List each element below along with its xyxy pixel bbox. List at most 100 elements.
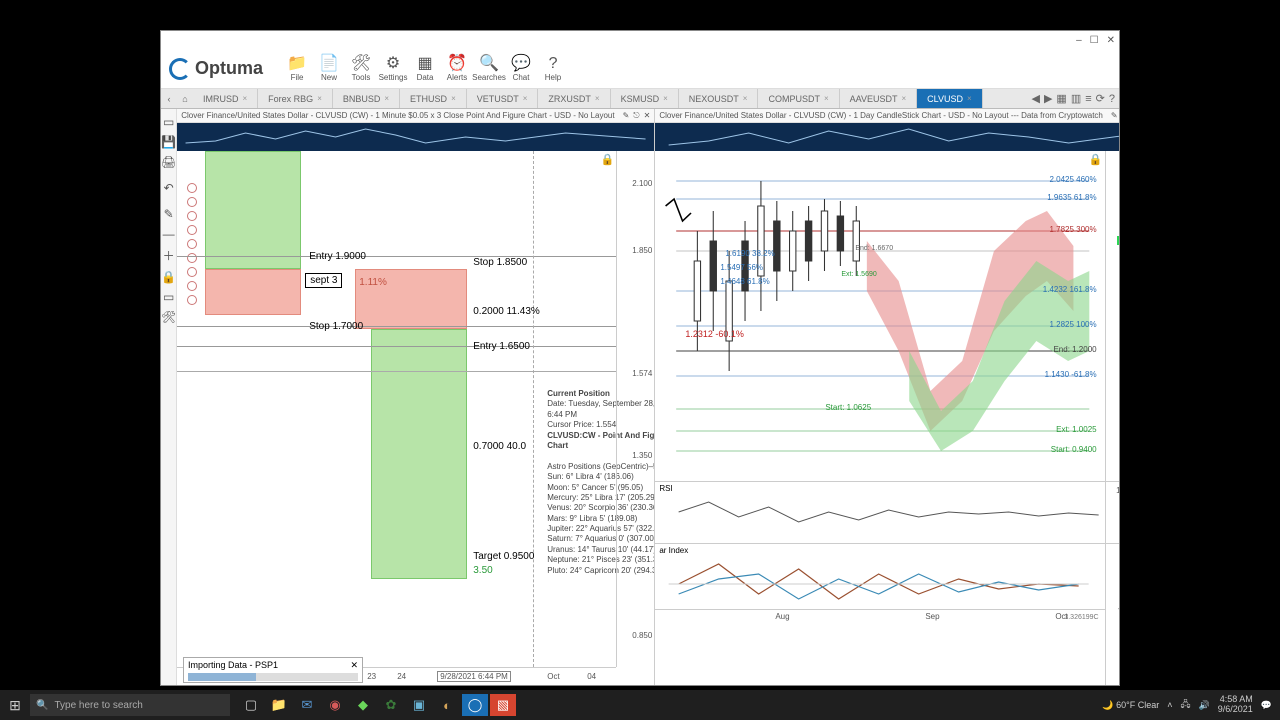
- app-icon-1[interactable]: ◉: [322, 694, 348, 716]
- fib-label: 2.0425 460%: [1049, 175, 1096, 184]
- edit-icon[interactable]: ✎: [623, 111, 630, 120]
- tab-ethusd[interactable]: ETHUSD×: [400, 89, 467, 108]
- search-icon: 🔍: [36, 700, 48, 711]
- tab-home[interactable]: ⌂: [177, 89, 193, 108]
- tool-new[interactable]: 📄New: [313, 51, 345, 87]
- cursor-line: [177, 371, 616, 372]
- pnf-o-mark: [187, 253, 197, 263]
- right-overview-strip[interactable]: [655, 123, 1119, 151]
- fib-label: 1.9635 61.8%: [1047, 193, 1096, 202]
- tool-data[interactable]: ▦Data: [409, 51, 441, 87]
- tool-searches[interactable]: 🔍Searches: [473, 51, 505, 87]
- clock[interactable]: 4:58 AM 9/6/2021: [1218, 695, 1253, 715]
- price-line: [177, 346, 616, 347]
- fib-cluster: 1.4648 61.8%: [720, 277, 769, 286]
- draw-tool-4[interactable]: ↶: [164, 181, 174, 195]
- task-view-icon[interactable]: ▢: [238, 694, 264, 716]
- right-x-axis[interactable]: AugSepOct: [655, 609, 1104, 623]
- date-annotation[interactable]: sept 3: [305, 273, 342, 288]
- tab-imrusd[interactable]: IMRUSD×: [193, 89, 258, 108]
- weather-widget[interactable]: 🌙 60°F Clear: [1102, 700, 1159, 711]
- list-icon[interactable]: ≡: [1085, 93, 1091, 105]
- draw-tool-10[interactable]: ▭: [163, 290, 174, 304]
- edit-icon[interactable]: ✎: [1111, 111, 1118, 120]
- draw-tool-7[interactable]: —: [163, 227, 175, 241]
- tab-nav-right[interactable]: ▶: [1044, 92, 1052, 105]
- app-icon-2[interactable]: ◆: [350, 694, 376, 716]
- explorer-icon[interactable]: 📁: [266, 694, 292, 716]
- tab-nav-left[interactable]: ◀: [1031, 92, 1039, 105]
- tray-vol-icon[interactable]: 🔊: [1199, 700, 1210, 711]
- workbook-tabs: ‹ ⌂ IMRUSD×Forex RBG×BNBUSD×ETHUSD×VETUS…: [161, 89, 1119, 109]
- tool-tools[interactable]: 🛠Tools: [345, 51, 377, 87]
- lock-icon[interactable]: 🔒: [601, 153, 615, 166]
- tray-net-icon[interactable]: 🖧: [1180, 697, 1190, 713]
- help-icon[interactable]: ?: [1109, 93, 1115, 105]
- draw-tool-6[interactable]: ✎: [164, 207, 174, 221]
- notifications-icon[interactable]: 💬: [1261, 700, 1272, 711]
- target-label: Target 0.9500: [473, 551, 534, 562]
- draw-tool-1[interactable]: 💾: [161, 135, 176, 149]
- link-icon[interactable]: ⎋: [633, 111, 639, 121]
- pct-label: 1.11%: [359, 277, 387, 288]
- tab-zrxusdt[interactable]: ZRXUSDT×: [538, 89, 610, 108]
- app-icon-5[interactable]: ◐: [434, 694, 460, 716]
- logo-icon: [169, 58, 191, 80]
- left-overview-strip[interactable]: [177, 123, 654, 151]
- tool-settings[interactable]: ⚙Settings: [377, 51, 409, 87]
- app-icon-6[interactable]: ▧: [490, 694, 516, 716]
- pnf-o-mark: [187, 183, 197, 193]
- tool-alerts[interactable]: ⏰Alerts: [441, 51, 473, 87]
- draw-tool-2[interactable]: 🖨: [161, 155, 176, 169]
- right-chart-header: Clover Finance/United States Dollar - CL…: [655, 109, 1119, 123]
- app-icon-4[interactable]: ▣: [406, 694, 432, 716]
- rr-label: 0.2000 11.43%: [473, 306, 540, 317]
- draw-tool-0[interactable]: ▭: [163, 115, 174, 129]
- left-y-axis[interactable]: 2.1001.8501.5741.3500.850: [616, 151, 654, 667]
- app-icon-3[interactable]: ✿: [378, 694, 404, 716]
- draw-tool-11[interactable]: 🛠: [161, 310, 176, 324]
- split-icon[interactable]: ▥: [1071, 92, 1081, 105]
- maximize-button[interactable]: ☐: [1090, 35, 1099, 46]
- tab-forex rbg[interactable]: Forex RBG×: [258, 89, 333, 108]
- tab-aaveusdt[interactable]: AAVEUSDT×: [840, 89, 918, 108]
- optuma-taskbar-icon[interactable]: ◯: [462, 694, 488, 716]
- draw-tool-9[interactable]: 🔒: [161, 270, 176, 284]
- left-chart-header: Clover Finance/United States Dollar - CL…: [177, 109, 654, 123]
- tab-right-controls: ◀ ▶ ▦ ▥ ≡ ⟳ ?: [1027, 89, 1119, 108]
- tool-help[interactable]: ?Help: [537, 51, 569, 87]
- tab-ksmusd[interactable]: KSMUSD×: [611, 89, 679, 108]
- mail-icon[interactable]: ✉: [294, 694, 320, 716]
- draw-tool-8[interactable]: ＋: [163, 247, 175, 264]
- tab-nexousdt[interactable]: NEXOUSDT×: [679, 89, 759, 108]
- minimize-button[interactable]: –: [1076, 35, 1082, 46]
- entry-label: Entry 1.9000: [309, 251, 366, 262]
- fib-red: 1.2312 -60.1%: [685, 329, 744, 339]
- close-button[interactable]: ✕: [1107, 35, 1115, 46]
- pane-close-icon[interactable]: ✕: [644, 111, 651, 120]
- windows-taskbar: ⊞ 🔍 Type here to search ▢ 📁 ✉ ◉ ◆ ✿ ▣ ◐ …: [0, 690, 1280, 720]
- tab-compusdt[interactable]: COMPUSDT×: [758, 89, 839, 108]
- tab-vetusdt[interactable]: VETUSDT×: [467, 89, 539, 108]
- rr-ratio: 3.50: [473, 565, 492, 576]
- taskbar-search[interactable]: 🔍 Type here to search: [30, 694, 230, 716]
- tab-nav-prev[interactable]: ‹: [161, 89, 177, 108]
- refresh-icon[interactable]: ⟳: [1096, 92, 1105, 105]
- fib-label: Start: 1.0625: [825, 403, 871, 412]
- arindex-pane[interactable]: ar Index 100.00.0-100.0 AugSepOct 3.3261…: [655, 543, 1119, 623]
- tab-clvusd[interactable]: CLVUSD×: [917, 89, 983, 108]
- start-button[interactable]: ⊞: [0, 697, 30, 714]
- tab-bnbusd[interactable]: BNBUSD×: [333, 89, 400, 108]
- tray-up-icon[interactable]: ˄: [1167, 700, 1172, 710]
- pnf-o-mark: [187, 225, 197, 235]
- fib-label: Start: 0.9400: [1051, 445, 1097, 454]
- tool-file[interactable]: 📁File: [281, 51, 313, 87]
- import-close-icon[interactable]: ✕: [350, 660, 358, 671]
- left-chart-canvas[interactable]: 🔒: [177, 151, 654, 685]
- rr-label-2: 0.7000 40.0: [473, 441, 526, 452]
- right-chart-canvas[interactable]: 🔒: [655, 151, 1119, 685]
- rsi-pane[interactable]: RSI 100.0080.0060.0040.00: [655, 481, 1119, 543]
- tool-chat[interactable]: 💬Chat: [505, 51, 537, 87]
- import-status-popup: Importing Data - PSP1 ✕: [183, 657, 363, 683]
- layout-icon[interactable]: ▦: [1056, 92, 1066, 105]
